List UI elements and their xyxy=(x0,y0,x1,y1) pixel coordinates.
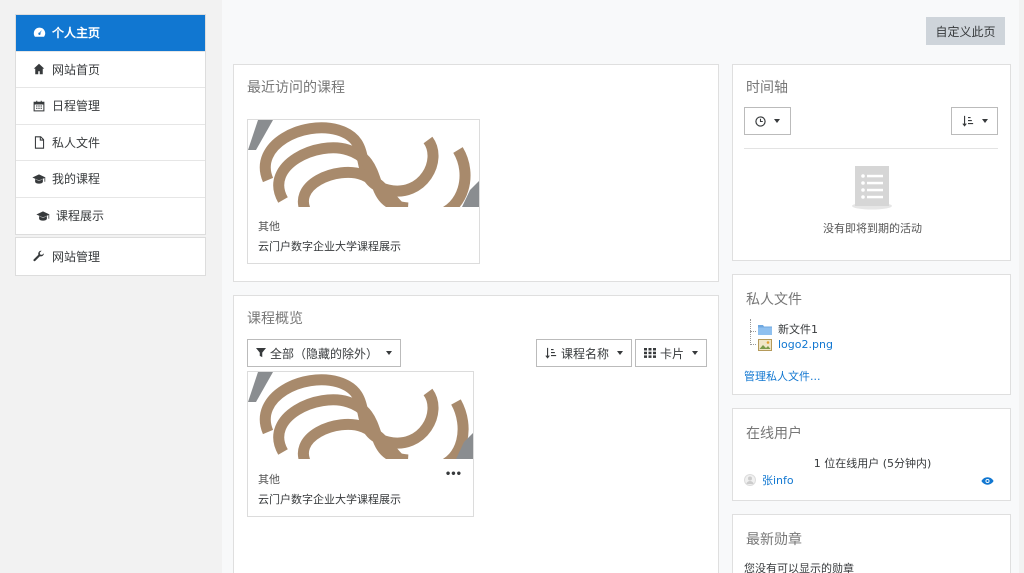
sidebar-item-calendar[interactable]: 日程管理 xyxy=(16,88,205,125)
filter-label: 全部（隐藏的除外） xyxy=(269,346,378,361)
sidebar: 个人主页 网站首页 日程管理 私人文件 我的课程 课程展示 网站管理 xyxy=(0,0,222,573)
sidebar-item-site-admin[interactable]: 网站管理 xyxy=(16,238,205,275)
recent-courses-block: 最近访问的课程 其他 云门户数字企业大学课程展示 xyxy=(233,64,719,282)
filter-icon xyxy=(255,348,266,358)
chevron-down-icon xyxy=(617,351,623,355)
sidebar-item-label: 日程管理 xyxy=(52,99,101,114)
main-region: 自定义此页 最近访问的课程 其他 云门户数字企业大学课程展示 课程概览 全部（隐… xyxy=(222,0,1024,573)
private-files-block: 私人文件 新文件1 logo2.png 管理私人文件... xyxy=(732,274,1011,395)
block-title: 最近访问的课程 xyxy=(247,80,345,96)
image-file-icon xyxy=(758,338,772,351)
wrench-icon xyxy=(32,249,46,263)
block-title: 课程概览 xyxy=(247,311,303,327)
chevron-down-icon xyxy=(386,351,392,355)
file-item[interactable]: 新文件1 xyxy=(758,321,818,337)
grid-icon xyxy=(643,348,656,358)
course-image xyxy=(248,120,479,207)
timeline-filter-dropdown[interactable] xyxy=(744,107,791,135)
file-name: logo2.png xyxy=(778,338,833,351)
sort-dropdown[interactable]: 课程名称 xyxy=(536,339,632,367)
scroll-gutter xyxy=(1019,0,1024,573)
file-item[interactable]: logo2.png xyxy=(758,338,833,351)
customize-page-button[interactable]: 自定义此页 xyxy=(926,17,1005,45)
timeline-empty-text: 没有即将到期的活动 xyxy=(823,222,922,235)
nav-group-admin: 网站管理 xyxy=(15,237,206,276)
course-card[interactable]: 其他 云门户数字企业大学课程展示 xyxy=(247,119,480,264)
clock-icon xyxy=(755,115,766,127)
calendar-icon xyxy=(32,99,46,113)
nav-group-main: 个人主页 网站首页 日程管理 私人文件 我的课程 课程展示 xyxy=(15,14,206,235)
course-card[interactable]: 其他 ••• 云门户数字企业大学课程展示 xyxy=(247,371,474,517)
sidebar-item-label: 个人主页 xyxy=(52,26,101,41)
timeline-sort-dropdown[interactable] xyxy=(951,107,998,135)
online-user-name: 张info xyxy=(762,474,794,487)
chevron-down-icon xyxy=(774,119,780,123)
course-name[interactable]: 云门户数字企业大学课程展示 xyxy=(258,238,401,254)
eye-icon[interactable] xyxy=(981,475,994,489)
sidebar-item-label: 网站首页 xyxy=(52,62,101,77)
dashboard-icon xyxy=(32,26,46,40)
course-logo xyxy=(248,372,473,459)
chevron-down-icon xyxy=(692,351,698,355)
block-title: 私人文件 xyxy=(746,292,802,308)
sidebar-item-dashboard[interactable]: 个人主页 xyxy=(16,15,205,52)
graduation-cap-icon xyxy=(36,209,50,223)
latest-badges-block: 最新勋章 您没有可以显示的勋章 xyxy=(732,514,1011,573)
empty-list-icon xyxy=(850,164,894,213)
course-menu-icon[interactable]: ••• xyxy=(445,469,462,480)
file-icon xyxy=(32,135,46,149)
home-icon xyxy=(32,62,46,76)
avatar xyxy=(744,474,756,486)
timeline-block: 时间轴 没有即将到期的活动 xyxy=(732,64,1011,261)
block-title: 在线用户 xyxy=(746,426,802,442)
tree-line xyxy=(750,319,756,345)
course-category: 其他 xyxy=(258,473,280,486)
tree-line xyxy=(750,331,756,332)
course-image xyxy=(248,372,473,459)
course-overview-block: 课程概览 全部（隐藏的除外） 课程名称 卡片 其他 ••• 云门户数字企业大学课… xyxy=(233,295,719,573)
view-label: 卡片 xyxy=(659,346,684,361)
sidebar-item-my-courses[interactable]: 我的课程 xyxy=(16,161,205,198)
file-name: 新文件1 xyxy=(778,323,818,336)
course-category: 其他 xyxy=(258,220,280,233)
badges-empty-text: 您没有可以显示的勋章 xyxy=(744,562,854,573)
course-name[interactable]: 云门户数字企业大学课程展示 xyxy=(258,491,401,507)
block-title: 最新勋章 xyxy=(746,532,802,548)
view-dropdown[interactable]: 卡片 xyxy=(635,339,707,367)
online-user-item[interactable]: 张info xyxy=(744,472,794,488)
sidebar-item-label: 我的课程 xyxy=(52,172,101,187)
folder-icon xyxy=(758,324,772,335)
sort-icon xyxy=(961,115,974,127)
sidebar-item-label: 课程展示 xyxy=(56,209,105,224)
sidebar-item-course-showcase[interactable]: 课程展示 xyxy=(16,198,205,235)
sort-icon xyxy=(545,347,557,359)
sidebar-item-site-home[interactable]: 网站首页 xyxy=(16,52,205,88)
graduation-cap-icon xyxy=(32,172,46,186)
block-title: 时间轴 xyxy=(746,80,788,96)
sidebar-item-private-files[interactable]: 私人文件 xyxy=(16,125,205,161)
online-summary: 1 位在线用户 (5分钟内) xyxy=(813,457,932,470)
divider xyxy=(744,148,998,149)
course-logo xyxy=(248,120,479,207)
manage-files-link[interactable]: 管理私人文件... xyxy=(744,368,821,384)
chevron-down-icon xyxy=(981,119,988,123)
online-users-block: 在线用户 1 位在线用户 (5分钟内) 张info xyxy=(732,408,1011,501)
sort-label: 课程名称 xyxy=(560,346,609,361)
filter-dropdown[interactable]: 全部（隐藏的除外） xyxy=(247,339,401,367)
sidebar-item-label: 网站管理 xyxy=(52,249,101,264)
sidebar-item-label: 私人文件 xyxy=(52,135,101,150)
